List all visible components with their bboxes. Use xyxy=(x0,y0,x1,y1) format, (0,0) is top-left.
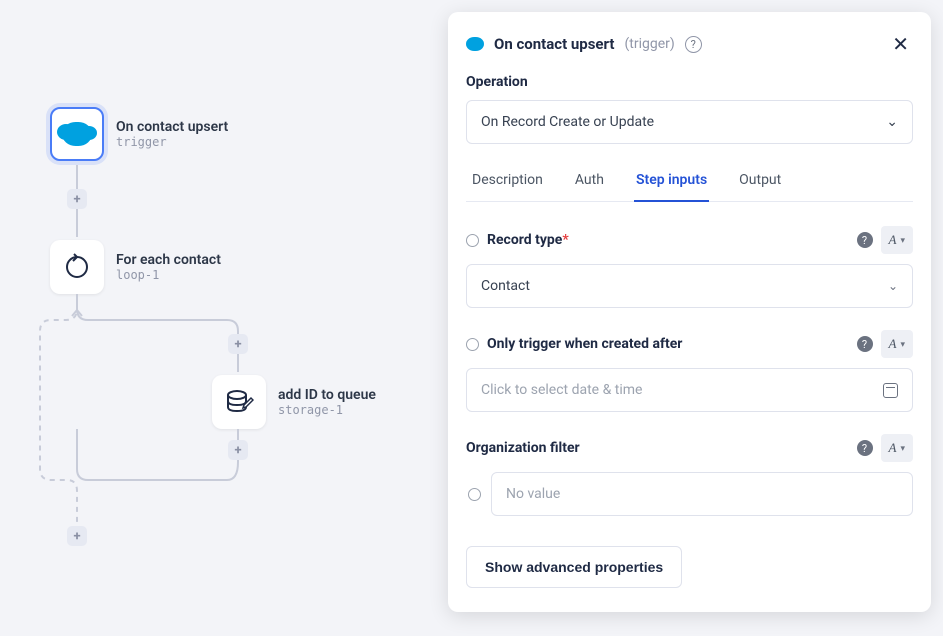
org-filter-placeholder: No value xyxy=(506,486,560,502)
node-subtitle: storage-1 xyxy=(278,403,376,417)
tab-output[interactable]: Output xyxy=(737,162,783,202)
field-org-filter: Organization filter ? A▾ No value xyxy=(466,434,913,516)
operation-label: Operation xyxy=(466,74,913,90)
radio-icon[interactable] xyxy=(466,234,479,247)
node-subtitle: loop-1 xyxy=(116,268,221,282)
operation-select[interactable]: On Record Create or Update ⌄ xyxy=(466,100,913,144)
chevron-down-icon: ⌄ xyxy=(886,114,898,130)
datetime-input[interactable]: Click to select date & time xyxy=(466,368,913,412)
help-icon[interactable]: ? xyxy=(857,336,873,352)
add-step-button[interactable]: + xyxy=(228,440,248,460)
panel-tag: (trigger) xyxy=(624,36,674,52)
radio-icon[interactable] xyxy=(466,338,479,351)
node-labels: On contact upsert trigger xyxy=(116,119,228,149)
record-type-value: Contact xyxy=(481,278,530,294)
flow-node-storage[interactable]: add ID to queue storage-1 xyxy=(212,375,376,429)
close-icon[interactable]: ✕ xyxy=(888,28,913,60)
panel-header: On contact upsert (trigger) ? ✕ xyxy=(448,12,931,74)
salesforce-icon xyxy=(466,37,484,51)
node-icon-box xyxy=(50,240,104,294)
field-record-type: Record type* ? A▾ Contact ⌄ xyxy=(466,226,913,308)
branch-connector xyxy=(39,294,249,384)
add-step-button[interactable]: + xyxy=(67,189,87,209)
flow-node-loop[interactable]: For each contact loop-1 xyxy=(50,240,221,294)
node-icon-box xyxy=(212,375,266,429)
field-label: Organization filter xyxy=(466,440,849,456)
step-config-panel: On contact upsert (trigger) ? ✕ Operatio… xyxy=(448,12,931,612)
node-icon-box xyxy=(50,107,104,161)
node-title: add ID to queue xyxy=(278,387,376,403)
field-label: Only trigger when created after xyxy=(487,336,849,352)
type-selector[interactable]: A▾ xyxy=(881,434,913,462)
node-title: For each contact xyxy=(116,252,221,268)
show-advanced-button[interactable]: Show advanced properties xyxy=(466,546,682,588)
help-icon[interactable]: ? xyxy=(685,36,702,53)
loop-icon xyxy=(63,253,91,281)
node-subtitle: trigger xyxy=(116,135,228,149)
datetime-placeholder: Click to select date & time xyxy=(481,382,642,398)
tab-description[interactable]: Description xyxy=(470,162,545,202)
help-icon[interactable]: ? xyxy=(857,232,873,248)
database-edit-icon xyxy=(224,387,254,417)
radio-icon[interactable] xyxy=(468,488,481,501)
tab-step-inputs[interactable]: Step inputs xyxy=(634,162,709,202)
field-trigger-after: Only trigger when created after ? A▾ Cli… xyxy=(466,330,913,412)
connector: + xyxy=(67,165,87,237)
record-type-select[interactable]: Contact ⌄ xyxy=(466,264,913,308)
node-labels: For each contact loop-1 xyxy=(116,252,221,282)
operation-value: On Record Create or Update xyxy=(481,114,654,130)
help-icon[interactable]: ? xyxy=(857,440,873,456)
type-selector[interactable]: A▾ xyxy=(881,330,913,358)
tab-auth[interactable]: Auth xyxy=(573,162,606,202)
add-step-button[interactable]: + xyxy=(228,334,248,354)
type-selector[interactable]: A▾ xyxy=(881,226,913,254)
node-title: On contact upsert xyxy=(116,119,228,135)
chevron-down-icon: ⌄ xyxy=(888,279,898,293)
node-labels: add ID to queue storage-1 xyxy=(278,387,376,417)
field-label: Record type* xyxy=(487,232,849,248)
panel-title: On contact upsert xyxy=(494,35,614,53)
salesforce-icon xyxy=(62,122,92,146)
flow-node-trigger[interactable]: On contact upsert trigger xyxy=(50,107,228,161)
panel-tabs: Description Auth Step inputs Output xyxy=(466,162,913,202)
calendar-icon xyxy=(883,383,898,398)
add-step-button[interactable]: + xyxy=(67,526,87,546)
org-filter-input[interactable]: No value xyxy=(491,472,913,516)
